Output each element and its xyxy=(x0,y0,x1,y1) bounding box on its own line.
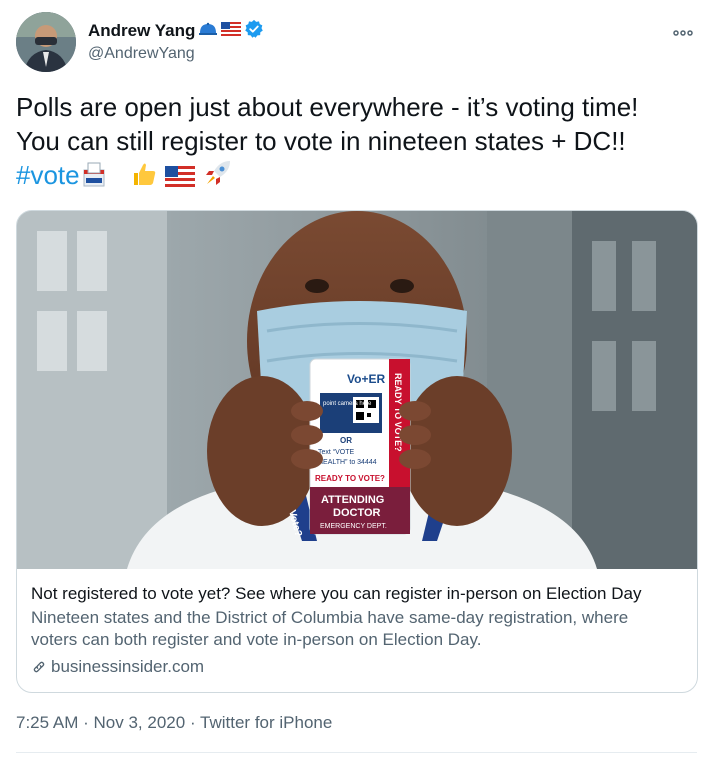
badge-brand: Vo+ER xyxy=(347,372,385,386)
link-icon xyxy=(33,661,45,673)
divider xyxy=(16,752,697,753)
cap-emoji xyxy=(198,21,218,42)
badge-or: OR xyxy=(340,436,352,445)
tweet-text: Polls are open just about everywhere - i… xyxy=(16,90,706,196)
user-names: Andrew Yang @AndrewYang xyxy=(88,19,264,63)
tweet-time[interactable]: 7:25 AM xyxy=(16,713,78,732)
more-options-icon[interactable] xyxy=(673,20,693,41)
card-description: Nineteen states and the District of Colu… xyxy=(31,607,691,651)
badge-role-line-1: ATTENDING xyxy=(321,494,384,506)
ballot-box-emoji xyxy=(80,160,108,196)
card-domain-text: businessinsider.com xyxy=(51,657,205,676)
thumbs-up-emoji xyxy=(130,160,158,196)
us-flag-emoji xyxy=(221,21,242,41)
tweet-source[interactable]: Twitter for iPhone xyxy=(200,713,332,732)
card-description-line-1: Nineteen states and the District of Colu… xyxy=(31,608,629,627)
tweet-text-line-2: You can still register to vote in ninete… xyxy=(16,126,626,156)
tweet-date[interactable]: Nov 3, 2020 xyxy=(94,713,186,732)
display-name[interactable]: Andrew Yang xyxy=(88,21,195,41)
hashtag-link[interactable]: #vote xyxy=(16,160,80,190)
badge-ready: READY TO VOTE? xyxy=(315,474,385,483)
meta-separator: · xyxy=(83,713,89,732)
rocket-emoji xyxy=(203,158,233,196)
avatar[interactable] xyxy=(16,12,76,72)
us-flag-emoji xyxy=(165,162,196,196)
avatar-photo xyxy=(16,12,76,72)
user-handle[interactable]: @AndrewYang xyxy=(88,45,264,63)
badge-text-line-1: Text “VOTE xyxy=(318,449,355,456)
card-image[interactable]: Vo+ER point camera here OR Text “VOTE HE… xyxy=(17,211,697,569)
badge-role-line-2: DOCTOR xyxy=(333,507,381,519)
card-body[interactable]: Not registered to vote yet? See where yo… xyxy=(31,583,691,677)
card-description-line-2: voters can both register and vote in-per… xyxy=(31,630,482,649)
tweet: Andrew Yang @AndrewYang Polls are open j… xyxy=(0,0,713,757)
tweet-meta: 7:25 AM · Nov 3, 2020 · Twitter for iPho… xyxy=(16,713,332,733)
tweet-text-line-1: Polls are open just about everywhere - i… xyxy=(16,92,639,122)
badge-scan-text: point camera here xyxy=(323,401,372,407)
meta-separator: · xyxy=(189,713,196,732)
card-title[interactable]: Not registered to vote yet? See where yo… xyxy=(31,583,691,605)
verified-badge-icon xyxy=(244,19,264,44)
badge-dept: EMERGENCY DEPT. xyxy=(320,523,387,530)
card-domain[interactable]: businessinsider.com xyxy=(31,657,691,677)
tweet-text-line-3: #vote xyxy=(16,158,706,196)
card-photo: Vo+ER point camera here OR Text “VOTE HE… xyxy=(17,211,697,569)
link-card[interactable]: Vo+ER point camera here OR Text “VOTE HE… xyxy=(16,210,698,693)
tweet-header: Andrew Yang @AndrewYang xyxy=(16,12,697,72)
badge-text-line-2: HEALTH” to 34444 xyxy=(318,459,377,466)
display-name-row: Andrew Yang xyxy=(88,19,264,44)
